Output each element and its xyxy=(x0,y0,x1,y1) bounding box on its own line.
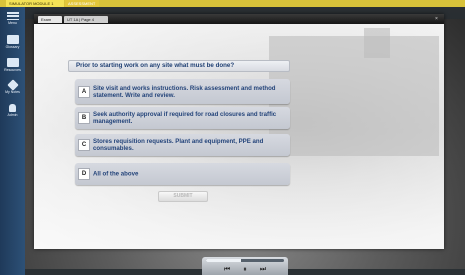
pencil-icon xyxy=(6,79,19,91)
option-text: Site visit and works instructions. Risk … xyxy=(93,84,276,99)
window-header: Exam UT 1A | Page 4 × xyxy=(34,14,444,24)
question-text: Prior to starting work on any site what … xyxy=(68,60,290,72)
tower-silhouette xyxy=(364,28,390,58)
sidebar-item-menu[interactable]: Menu xyxy=(2,10,23,31)
sidebar-item-label: Menu xyxy=(8,21,17,25)
pause-icon[interactable]: ⏸ xyxy=(240,265,250,273)
option-letter: C xyxy=(78,139,90,151)
book-icon xyxy=(6,35,19,44)
user-icon xyxy=(9,104,16,112)
tab-page[interactable]: UT 1A | Page 4 xyxy=(64,16,108,23)
answer-option-c[interactable]: C Stores requisition requests. Plant and… xyxy=(75,134,290,156)
option-text: All of the above xyxy=(93,170,139,178)
skip-next-icon[interactable]: ⏭ xyxy=(258,265,268,273)
answer-option-a[interactable]: A Site visit and works instructions. Ris… xyxy=(75,79,290,104)
top-tab-simulator[interactable]: SIMULATOR MODULE 1 xyxy=(6,0,64,7)
progress-bar[interactable] xyxy=(206,259,284,262)
option-letter: D xyxy=(78,168,90,180)
sidebar-item-label: Glossary xyxy=(5,45,20,49)
folder-icon xyxy=(6,58,19,67)
building-silhouette xyxy=(269,36,439,156)
progress-fill xyxy=(206,259,242,262)
sidebar-item-resources[interactable]: Resources xyxy=(2,56,23,77)
sidebar-item-glossary[interactable]: Glossary xyxy=(2,33,23,54)
submit-button[interactable]: SUBMIT xyxy=(158,191,208,202)
answer-option-b[interactable]: B Seek authority approval if required fo… xyxy=(75,107,290,129)
menu-icon xyxy=(6,12,19,20)
sidebar: Menu Glossary Resources My Notes Admin xyxy=(0,7,25,275)
close-icon[interactable]: × xyxy=(433,16,440,22)
sidebar-item-notes[interactable]: My Notes xyxy=(2,79,23,100)
sidebar-item-label: Admin xyxy=(7,113,18,117)
skip-previous-icon[interactable]: ⏮ xyxy=(222,265,232,273)
sidebar-item-label: Resources xyxy=(4,68,21,72)
option-letter: A xyxy=(78,85,90,98)
simulation-window: Exam UT 1A | Page 4 × xyxy=(34,14,444,249)
media-player-controls: ⏮ ⏸ ⏭ xyxy=(202,257,288,275)
tab-exam[interactable]: Exam xyxy=(38,16,62,23)
option-text: Seek authority approval if required for … xyxy=(93,111,277,125)
answer-option-d[interactable]: D All of the above xyxy=(75,163,290,185)
option-letter: B xyxy=(78,112,90,124)
sidebar-item-admin[interactable]: Admin xyxy=(2,102,23,123)
option-text: Stores requisition requests. Plant and e… xyxy=(93,138,264,152)
top-tab-assessment[interactable]: ASSESSMENT xyxy=(65,0,99,7)
